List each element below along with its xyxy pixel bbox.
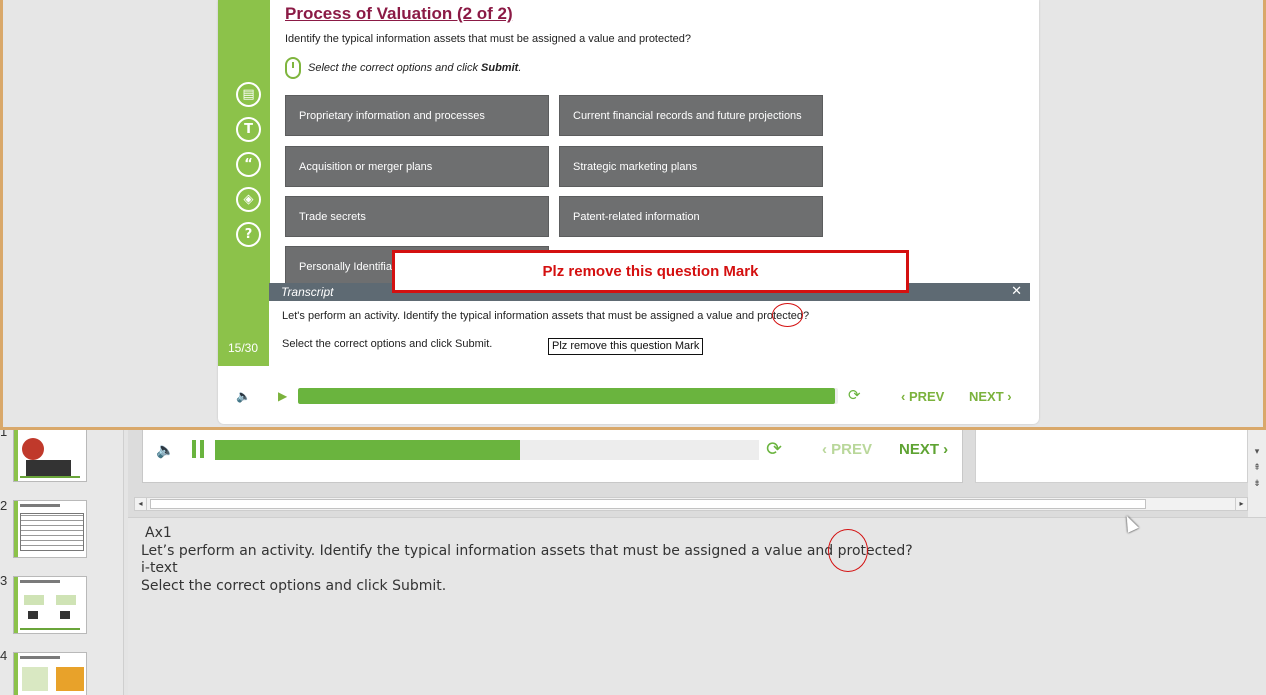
layers-icon[interactable]: ◈ (236, 187, 261, 212)
play-icon[interactable]: ▶ (278, 389, 287, 403)
transcript-title: Transcript (281, 285, 334, 299)
bg-progress-fill (215, 440, 520, 460)
volume-icon[interactable]: 🔈 (236, 389, 251, 403)
thumbnail-number: 2 (0, 498, 8, 513)
notes-line: i-text (141, 560, 178, 576)
progress-bar[interactable] (298, 388, 838, 404)
transcript-line: Select the correct options and click Sub… (282, 338, 493, 350)
mouse-icon (285, 57, 301, 79)
thumbnail-number: 3 (0, 573, 8, 588)
thumbnail-number: 4 (0, 648, 8, 663)
annotation-note: Plz remove this question Mark (548, 338, 704, 355)
annotation-callout: Plz remove this question Mark (392, 250, 909, 293)
instruction-text: Select the correct options and click Sub… (308, 62, 521, 74)
slide-thumbnail-4[interactable] (13, 652, 87, 695)
slide-thumbnail-3[interactable] (13, 576, 87, 634)
speaker-notes-pane[interactable]: Ax1 Let’s perform an activity. Identify … (128, 517, 1266, 695)
page-counter: 15/30 (228, 341, 259, 355)
side-rail: ▤ T “ ◈ ? 15/30 (218, 0, 270, 366)
question-text: Identify the typical information assets … (285, 33, 692, 45)
progress-fill (298, 388, 836, 404)
notes-line: Let’s perform an activity. Identify the … (141, 543, 913, 559)
next-button[interactable]: NEXT › (969, 389, 1012, 404)
instruction-suffix: . (518, 62, 522, 74)
pause-icon[interactable] (191, 440, 205, 458)
option-proprietary-info[interactable]: Proprietary information and processes (285, 95, 549, 136)
text-icon[interactable]: T (236, 117, 261, 142)
instruction-prefix: Select the correct options and click (308, 62, 482, 74)
slide-thumbnail-2[interactable] (13, 500, 87, 558)
instruction-emphasis: Submit (481, 62, 519, 74)
slide-canvas-margin (975, 428, 1248, 483)
scroll-right-icon[interactable]: ▸ (1235, 498, 1247, 510)
course-player: ▤ T “ ◈ ? 15/30 Process of Valuation (2 … (218, 0, 1039, 424)
preview-window: ▤ T “ ◈ ? 15/30 Process of Valuation (2 … (0, 0, 1266, 430)
help-icon[interactable]: ? (236, 222, 261, 247)
slide-thumbnail-1[interactable] (13, 429, 87, 482)
bg-progress-bar[interactable] (215, 440, 759, 460)
scroll-left-icon[interactable]: ◂ (135, 498, 147, 510)
bg-next-button[interactable]: NEXT › (899, 441, 948, 458)
page-title: Process of Valuation (2 of 2) (285, 4, 513, 23)
transcript-line: Let's perform an activity. Identify the … (282, 310, 810, 322)
replay-icon[interactable]: ⟳ (766, 438, 782, 460)
scroll-down-icon[interactable]: ▾ (1251, 446, 1263, 458)
notes-line: Select the correct options and click Sub… (141, 578, 447, 594)
option-acquisition-plans[interactable]: Acquisition or merger plans (285, 146, 549, 187)
annotation-circle (772, 303, 803, 327)
player-controls: 🔈 ▶ ⟳ ‹ PREV NEXT › (218, 376, 1039, 416)
notes-line: Ax1 (145, 525, 172, 541)
previous-slide-icon[interactable]: ⇞ (1251, 462, 1263, 474)
quote-icon[interactable]: “ (236, 152, 261, 177)
bg-prev-button[interactable]: ‹ PREV (822, 441, 872, 458)
document-icon[interactable]: ▤ (236, 82, 261, 107)
next-slide-icon[interactable]: ⇟ (1251, 478, 1263, 490)
slide-thumbnail-pane: 1 2 3 4 (0, 424, 124, 695)
vertical-scrollbar[interactable]: ▾ ⇞ ⇟ (1248, 428, 1266, 518)
scroll-thumb[interactable] (150, 499, 1146, 509)
option-trade-secrets[interactable]: Trade secrets (285, 196, 549, 237)
annotation-circle (828, 529, 868, 572)
transcript-panel: Transcript ✕ Let's perform an activity. … (269, 283, 1030, 366)
replay-icon[interactable]: ⟳ (848, 386, 861, 404)
horizontal-scrollbar[interactable]: ◂ ▸ (134, 497, 1248, 511)
option-financial-records[interactable]: Current financial records and future pro… (559, 95, 823, 136)
close-icon[interactable]: ✕ (1011, 283, 1022, 301)
option-patent-info[interactable]: Patent-related information (559, 196, 823, 237)
option-marketing-plans[interactable]: Strategic marketing plans (559, 146, 823, 187)
volume-icon[interactable]: 🔈 (156, 441, 175, 459)
prev-button[interactable]: ‹ PREV (901, 389, 944, 404)
